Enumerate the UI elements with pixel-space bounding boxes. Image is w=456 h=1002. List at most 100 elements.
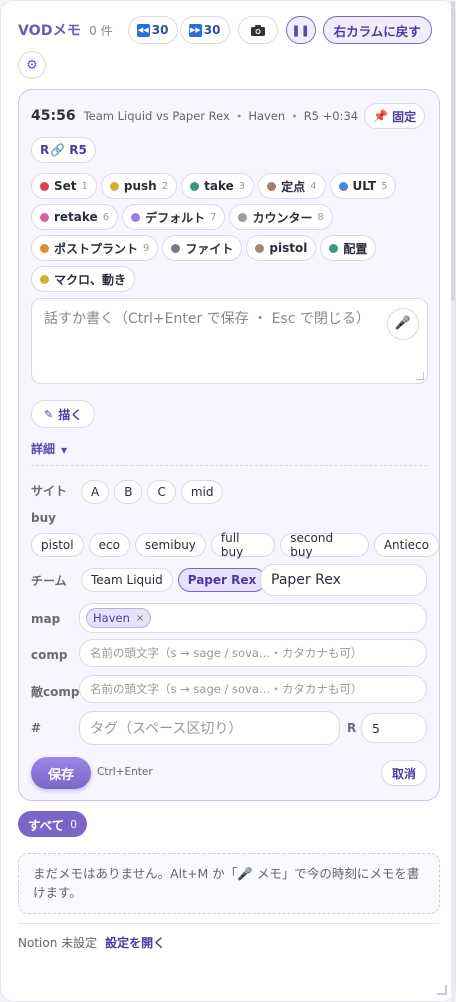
settings-button[interactable]: ⚙ [18,51,46,79]
panel-resize-handle[interactable] [437,985,447,995]
enemy-comp-input[interactable]: 名前の頭文字（s → sage / sova…・カタカナも可） [79,675,427,703]
team-chip[interactable]: Team Liquid [81,568,173,592]
tag-chip[interactable]: push 2 [100,173,178,199]
buy-chip[interactable]: full buy [210,531,276,559]
tag-chip[interactable]: 定点 4 [258,173,326,199]
buy-chip[interactable]: semibuy [134,533,206,557]
tag-chip[interactable]: take 3 [181,173,255,199]
map-name: Haven [248,109,286,123]
open-settings-link[interactable]: 設定を開く [105,934,165,951]
tag-label: マクロ、動き [54,272,127,287]
tag-chip[interactable]: デフォルト 7 [122,204,226,230]
tag-shortcut-number: 9 [143,242,150,254]
rewind-30-button[interactable]: ◀◀ 30 [127,16,178,44]
tag-label: 配置 [343,241,368,256]
tag-shortcut-number: 4 [310,180,317,192]
pin-button[interactable]: 📌 固定 [364,103,426,129]
top-bar: VODメモ 0 件 ◀◀ 30 ▶▶ 30 ❚❚ 右カラムに戻す [18,16,439,44]
tag-chip[interactable]: retake 6 [31,204,119,230]
rewind-icon: ◀◀ [136,23,150,37]
buy-chip[interactable]: eco [88,533,130,557]
voice-input-button[interactable]: 🎤 [387,308,419,340]
footer: Notion 未設定 設定を開く [18,934,165,951]
site-chip[interactable]: B [114,480,143,504]
gear-icon: ⚙ [26,57,38,73]
tag-input[interactable]: タグ（スペース区切り） [79,711,340,745]
pushpin-icon: 📌 [373,109,389,123]
round-value: 5 [372,720,380,736]
pause-button[interactable]: ❚❚ [285,16,316,44]
tag-chip[interactable]: Set 1 [31,173,97,199]
pencil-icon: ✎ [44,407,54,421]
tag-shortcut-number: 1 [81,180,88,192]
tag-chip[interactable]: pistol [246,235,317,261]
pin-label: 固定 [392,109,417,124]
round-field-label: R [347,721,357,735]
round-input[interactable]: 5 [361,713,427,743]
buy-chip[interactable]: Antieco [373,533,439,557]
microphone-icon: 🎤 [394,316,412,331]
tag-chip[interactable]: 配置 [320,235,377,261]
map-input[interactable]: Haven × [79,603,427,633]
filter-all-button[interactable]: すべて 0 [18,811,88,837]
round-offset: R5 +0:34 [303,109,359,123]
tag-color-dot [255,243,265,253]
tag-label: ファイト [185,241,234,256]
team-options: Team Liquid Paper Rex [81,568,267,592]
tag-chip[interactable]: カウンター 8 [229,204,333,230]
draw-button[interactable]: ✎ 描く [31,400,96,428]
cancel-button[interactable]: 取消 [380,760,427,786]
empty-memo-message: まだメモはありません。Alt+M か「🎤 メモ」で今の時刻にメモを書けます。 [18,853,440,914]
enemy-comp-label: 敵comp [31,685,80,699]
buy-chip[interactable]: second buy [280,531,369,559]
tag-chip[interactable]: ULT 5 [329,173,397,199]
team-chip[interactable]: Paper Rex [177,568,267,592]
divider [31,465,427,466]
tag-label: retake [54,210,98,224]
details-toggle[interactable]: 詳細 ▼ [31,440,67,457]
site-chip[interactable]: A [81,480,110,504]
details-label: 詳細 [31,442,56,456]
scrollbar[interactable] [451,1,455,1002]
tag-chip[interactable]: マクロ、動き [31,266,136,292]
tag-chip[interactable]: ポストプラント 9 [31,235,159,261]
round-label: R5 [69,143,87,157]
comp-placeholder: 名前の頭文字（s → sage / sova…・カタカナも可） [90,646,363,660]
separator-dot: • [235,110,243,123]
hash-label: # [31,721,42,735]
site-label: サイト [31,484,68,498]
comp-input[interactable]: 名前の頭文字（s → sage / sova…・カタカナも可） [79,639,427,667]
remove-map-icon[interactable]: × [136,613,144,624]
save-shortcut-hint: Ctrl+Enter [97,766,153,778]
pause-icon: ❚❚ [291,23,310,37]
rewind-label: 30 [151,23,169,37]
notion-status: Notion 未設定 [18,936,98,950]
team-value: Paper Rex [271,572,341,588]
vod-memo-panel: VODメモ 0 件 ◀◀ 30 ▶▶ 30 ❚❚ 右カラムに戻す ⚙ 45:56 T… [0,0,456,1002]
save-button[interactable]: 保存 [31,757,91,789]
tag-label: pistol [269,241,308,255]
timestamp: 45:56 [31,108,76,124]
tag-label: ポストプラント [54,241,139,256]
map-chip-label: Haven [93,611,130,625]
screenshot-button[interactable] [237,16,278,44]
site-chip[interactable]: mid [180,480,224,504]
fast-forward-icon: ▶▶ [188,23,202,37]
note-textarea[interactable]: 話すか書く（Ctrl+Enter で保存 ・ Esc で閉じる） 🎤 [31,298,428,384]
buy-chip[interactable]: pistol [31,533,84,557]
round-button[interactable]: R 🔗 R5 [31,137,96,163]
tag-chip[interactable]: ファイト [162,235,243,261]
tag-label: push [123,179,157,193]
tag-color-dot [338,181,348,191]
return-right-column-button[interactable]: 右カラムに戻す [322,16,432,44]
round-prefix: R [40,143,50,157]
tag-label: take [204,179,234,193]
team-input[interactable]: Paper Rex [260,564,427,596]
team-label: チーム [31,574,67,588]
tag-shortcut-number: 8 [317,211,324,223]
scrollbar-thumb[interactable] [451,1,455,301]
site-chip[interactable]: C [147,480,176,504]
forward-30-button[interactable]: ▶▶ 30 [179,16,230,44]
forward-label: 30 [203,23,221,37]
resize-handle[interactable] [416,372,424,380]
